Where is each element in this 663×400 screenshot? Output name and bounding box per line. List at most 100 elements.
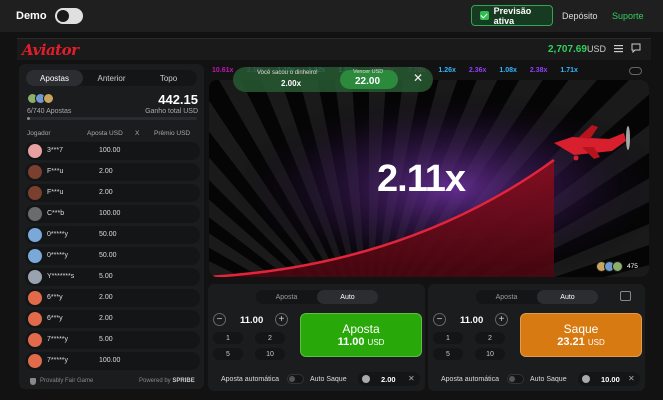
auto-cashout-toggle[interactable]	[362, 375, 370, 383]
bet-row: F***u 2.00	[25, 184, 200, 202]
quick-amount-button[interactable]: 1	[433, 332, 463, 344]
cashout-toast: Você sacou o dinheiro! 2.00x Vencer USD …	[233, 67, 433, 92]
quick-amount-button[interactable]: 2	[255, 332, 285, 344]
check-icon	[480, 11, 489, 20]
provably-fair-link[interactable]: Provably Fair Game	[40, 378, 93, 384]
tab-auto[interactable]: Auto	[317, 290, 378, 304]
auto-cashout-toggle[interactable]	[582, 375, 590, 383]
player-name: 7*****y	[47, 357, 69, 364]
bet-row: F***u 2.00	[25, 163, 200, 181]
previsao-label: Previsão ativa	[493, 5, 532, 26]
tab-aposta[interactable]: Aposta	[256, 290, 317, 304]
bet-amount-input[interactable]: 11.00	[240, 315, 263, 326]
auto-cashout-label: Auto Saque	[310, 376, 347, 383]
top-bar: Demo Previsão ativa Depósito Suporte	[0, 0, 663, 32]
quick-amount-button[interactable]: 10	[255, 348, 285, 360]
player-name: Y*******s	[47, 273, 75, 280]
bet-amount: 5.00	[99, 336, 113, 343]
avatar	[28, 270, 42, 284]
avatar	[28, 291, 42, 305]
demo-label: Demo	[16, 10, 47, 22]
avatar	[28, 249, 42, 263]
decrease-button[interactable]: −	[433, 313, 446, 326]
col-x: X	[135, 130, 140, 137]
bets-panel: Apostas Anterior Topo 442.15 6/740 Apost…	[19, 64, 204, 389]
quick-amount-button[interactable]: 10	[475, 348, 505, 360]
tab-topo[interactable]: Topo	[140, 70, 197, 86]
chat-icon[interactable]	[631, 43, 641, 53]
quick-amount-button[interactable]: 5	[213, 348, 243, 360]
auto-cashout-input[interactable]: 2.00 ✕	[358, 372, 420, 386]
button-amount: 11.00 USD	[337, 336, 385, 348]
currency: USD	[587, 44, 607, 54]
toast-multiplier: 2.00x	[281, 79, 302, 88]
app-header: Aviator 2,707.69 USD	[17, 38, 651, 60]
players-progress-fill	[27, 117, 31, 120]
bet-amount: 5.00	[99, 273, 113, 280]
decrease-button[interactable]: −	[213, 313, 226, 326]
bet-amount: 100.00	[99, 210, 121, 217]
close-icon[interactable]: ✕	[413, 71, 423, 85]
bet-row: 6***y 2.00	[25, 310, 200, 328]
clear-icon[interactable]: ✕	[408, 374, 415, 383]
tab-apostas[interactable]: Apostas	[26, 70, 83, 86]
history-item[interactable]: 1.71x	[560, 67, 578, 74]
bet-button[interactable]: Aposta 11.00 USD	[300, 313, 422, 357]
bet-row: C***b 100.00	[25, 205, 200, 223]
auto-cashout-input[interactable]: 10.00 ✕	[578, 372, 640, 386]
shield-icon	[30, 378, 36, 385]
bet-mode-tabs: Aposta Auto	[256, 290, 378, 304]
player-name: F***u	[47, 168, 64, 175]
current-multiplier: 2.11x	[377, 158, 466, 200]
players-count: 6/740 Apostas	[27, 108, 72, 115]
quick-amount-button[interactable]: 1	[213, 332, 243, 344]
total-label: Ganho total USD	[145, 108, 198, 115]
history-item[interactable]: 10.61x	[212, 67, 233, 74]
clear-icon[interactable]: ✕	[628, 374, 635, 383]
bets-tabs: Apostas Anterior Topo	[26, 70, 197, 86]
bet-amount: 2.00	[99, 168, 113, 175]
remove-panel-icon[interactable]	[620, 291, 631, 301]
tab-anterior[interactable]: Anterior	[83, 70, 140, 86]
auto-bet-toggle[interactable]	[507, 374, 524, 384]
bet-amount-input[interactable]: 11.00	[460, 315, 483, 326]
bettors-avatars	[27, 93, 54, 104]
bet-row: 7*****y 5.00	[25, 331, 200, 349]
history-item[interactable]: 1.26x	[438, 67, 456, 74]
auto-cashout-value: 2.00	[381, 375, 396, 384]
left-footer: Provably Fair Game Powered by SPRIBE	[19, 375, 204, 389]
quick-amount-button[interactable]: 2	[475, 332, 505, 344]
suporte-link[interactable]: Suporte	[612, 11, 644, 21]
bet-amount: 100.00	[99, 147, 121, 154]
bet-amount: 50.00	[99, 252, 117, 259]
quick-amount-button[interactable]: 5	[433, 348, 463, 360]
auto-bet-label: Aposta automática	[441, 376, 499, 383]
avatar	[28, 228, 42, 242]
bet-panel-2: Aposta Auto − 11.00 + 1 2 5 10 Saque 23.…	[428, 284, 645, 391]
history-more-button[interactable]	[629, 67, 642, 75]
avatar	[28, 312, 42, 326]
deposito-link[interactable]: Depósito	[562, 11, 598, 21]
col-premio: Prêmio USD	[154, 130, 191, 137]
demo-toggle[interactable]	[54, 8, 83, 24]
button-title: Aposta	[342, 322, 380, 336]
bet-amount: 50.00	[99, 231, 117, 238]
history-item[interactable]: 1.08x	[499, 67, 517, 74]
tab-auto[interactable]: Auto	[537, 290, 598, 304]
previsao-ativa-button[interactable]: Previsão ativa	[471, 5, 553, 26]
aviator-logo: Aviator	[22, 41, 79, 59]
cashout-button[interactable]: Saque 23.21 USD	[520, 313, 642, 357]
increase-button[interactable]: +	[495, 313, 508, 326]
bets-list: 3***7 100.00 F***u 2.00 F***u 2.00 C***b…	[25, 142, 200, 373]
total-amount: 442.15	[158, 92, 198, 107]
history-item[interactable]: 2.36x	[469, 67, 487, 74]
online-avatars	[596, 261, 623, 272]
auto-bet-toggle[interactable]	[287, 374, 304, 384]
history-item[interactable]: 2.38x	[530, 67, 548, 74]
player-name: 6***y	[47, 294, 63, 301]
bet-row: 0*****y 50.00	[25, 247, 200, 265]
avatar	[28, 144, 42, 158]
increase-button[interactable]: +	[275, 313, 288, 326]
tab-aposta[interactable]: Aposta	[476, 290, 537, 304]
menu-icon[interactable]	[614, 44, 623, 53]
